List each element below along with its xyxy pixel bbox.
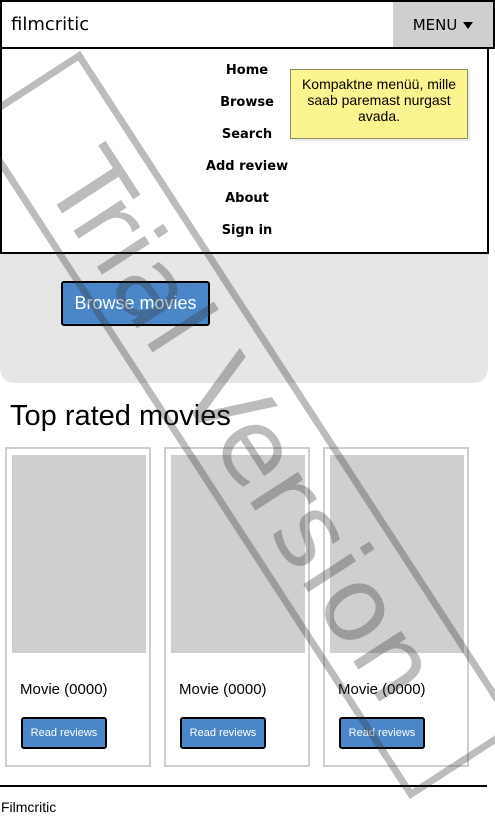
movie-card: Movie (0000) Read reviews bbox=[323, 447, 469, 767]
sticky-note: Kompaktne menüü, mille saab paremast nur… bbox=[290, 69, 468, 139]
movie-card: Movie (0000) Read reviews bbox=[164, 447, 310, 767]
read-reviews-button[interactable]: Read reviews bbox=[21, 717, 107, 749]
nav-item-home[interactable]: Home bbox=[202, 63, 292, 95]
menu-button-label: MENU bbox=[412, 15, 458, 34]
movie-title: Movie (0000) bbox=[20, 681, 108, 698]
section-title: Top rated movies bbox=[10, 400, 231, 432]
nav-item-add-review[interactable]: Add review bbox=[202, 159, 292, 191]
nav-item-about[interactable]: About bbox=[202, 191, 292, 223]
caret-down-icon bbox=[463, 21, 474, 29]
movie-poster-placeholder bbox=[171, 455, 305, 653]
footer-brand: Filmcritic bbox=[1, 799, 57, 815]
movie-poster-placeholder bbox=[330, 455, 464, 653]
movie-title: Movie (0000) bbox=[179, 681, 267, 698]
hero-section: Browse movies bbox=[0, 254, 488, 383]
footer-divider bbox=[0, 785, 487, 787]
read-reviews-button[interactable]: Read reviews bbox=[339, 717, 425, 749]
nav-item-search[interactable]: Search bbox=[202, 127, 292, 159]
nav-item-browse[interactable]: Browse bbox=[202, 95, 292, 127]
app-header: filmcritic MENU bbox=[0, 0, 495, 49]
movie-title: Movie (0000) bbox=[338, 681, 426, 698]
menu-button[interactable]: MENU bbox=[393, 2, 493, 47]
movie-card: Movie (0000) Read reviews bbox=[5, 447, 151, 767]
browse-movies-button[interactable]: Browse movies bbox=[61, 281, 210, 326]
nav-item-sign-in[interactable]: Sign in bbox=[202, 223, 292, 255]
read-reviews-button[interactable]: Read reviews bbox=[180, 717, 266, 749]
movie-poster-placeholder bbox=[12, 455, 146, 653]
nav-dropdown: Home Browse Search Add review About Sign… bbox=[0, 49, 489, 254]
nav-list: Home Browse Search Add review About Sign… bbox=[202, 63, 292, 255]
brand-logo-text[interactable]: filmcritic bbox=[11, 14, 89, 35]
